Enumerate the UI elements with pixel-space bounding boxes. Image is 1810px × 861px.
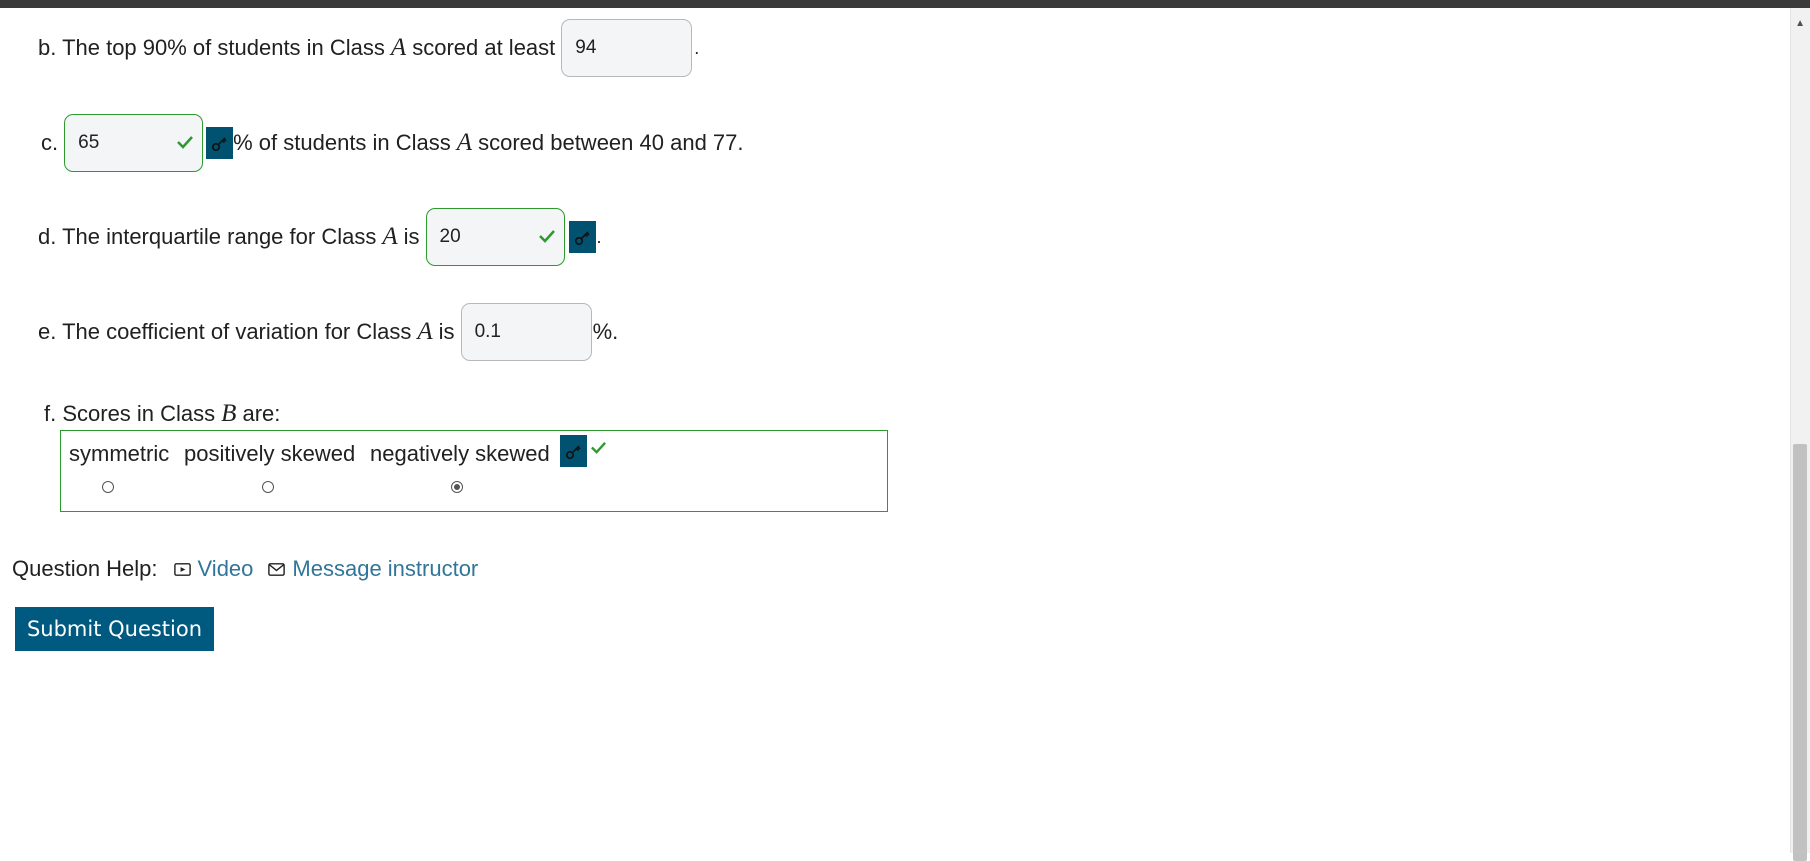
class-variable: A — [382, 223, 398, 250]
key-icon[interactable] — [560, 435, 587, 467]
envelope-icon — [268, 562, 286, 576]
radio-negatively-skewed[interactable] — [451, 481, 463, 493]
message-instructor-label[interactable]: Message instructor — [292, 556, 478, 582]
radio-positively-skewed[interactable] — [262, 481, 274, 493]
key-icon[interactable] — [568, 221, 596, 253]
video-icon — [173, 562, 191, 576]
checkmark-icon — [538, 230, 555, 243]
part-e-suffix: %. — [592, 319, 619, 344]
answer-c-value: 65 — [78, 132, 100, 153]
question-help: Question Help: Video Message instructor — [12, 554, 478, 584]
part-c-prefix: c. — [41, 130, 59, 155]
answer-b-value: 94 — [575, 37, 597, 58]
question-part-e: e. The coefficient of variation for Clas… — [38, 303, 618, 361]
vertical-scrollbar[interactable]: ▲ — [1790, 8, 1810, 861]
radio-symmetric[interactable] — [102, 481, 114, 493]
video-link[interactable]: Video — [173, 556, 254, 582]
answer-field-b[interactable]: 94 — [561, 19, 693, 77]
class-variable: B — [221, 400, 237, 427]
message-instructor-link[interactable]: Message instructor — [267, 556, 478, 582]
checkmark-icon — [591, 441, 606, 454]
part-b-middle: scored at least — [412, 35, 556, 60]
question-part-d: d. The interquartile range for Class A i… — [38, 208, 602, 266]
key-icon[interactable] — [206, 127, 234, 159]
part-e-middle: is — [438, 319, 455, 344]
class-variable: A — [390, 34, 407, 61]
part-e-prefix: e. The coefficient of variation for Clas… — [38, 319, 412, 344]
browser-top-bar — [0, 0, 1810, 8]
part-d-prefix: d. The interquartile range for Class — [38, 224, 377, 249]
class-variable: A — [417, 318, 433, 345]
answer-field-e[interactable]: 0.1 — [460, 303, 592, 361]
answer-e-value: 0.1 — [474, 321, 501, 342]
part-b-suffix: . — [694, 37, 700, 58]
part-c-suffix: % of students in Class — [233, 130, 451, 155]
option-label-negatively-skewed[interactable]: negatively skewed — [370, 441, 550, 467]
checkmark-icon — [177, 136, 194, 149]
part-c-tail: scored between 40 and 77. — [478, 130, 744, 155]
question-part-c: c. 65 % of students in Class A scored be… — [41, 114, 744, 172]
part-f-prefix: f. Scores in Class — [44, 401, 216, 426]
scrollbar-thumb[interactable] — [1793, 444, 1807, 861]
question-part-b: b. The top 90% of students in Class A sc… — [38, 19, 699, 77]
part-f-suffix: are: — [242, 401, 281, 426]
part-d-suffix: . — [596, 226, 602, 247]
question-part-f: f. Scores in Class B are: — [44, 396, 280, 432]
option-label-positively-skewed[interactable]: positively skewed — [184, 441, 355, 467]
part-b-prefix: b. The top 90% of students in Class — [38, 35, 385, 60]
scroll-up-arrow-icon[interactable]: ▲ — [1795, 19, 1805, 29]
video-link-label[interactable]: Video — [198, 556, 254, 582]
submit-question-button[interactable]: Submit Question — [15, 607, 214, 651]
class-variable: A — [456, 129, 473, 156]
option-label-symmetric[interactable]: symmetric — [69, 441, 169, 467]
skewness-radio-group: symmetric positively skewed negatively s… — [60, 430, 888, 512]
answer-field-c[interactable]: 65 — [64, 114, 204, 172]
answer-d-value: 20 — [439, 226, 461, 247]
answer-field-d[interactable]: 20 — [425, 208, 565, 266]
help-label: Question Help: — [12, 556, 158, 581]
part-d-middle: is — [403, 224, 420, 249]
